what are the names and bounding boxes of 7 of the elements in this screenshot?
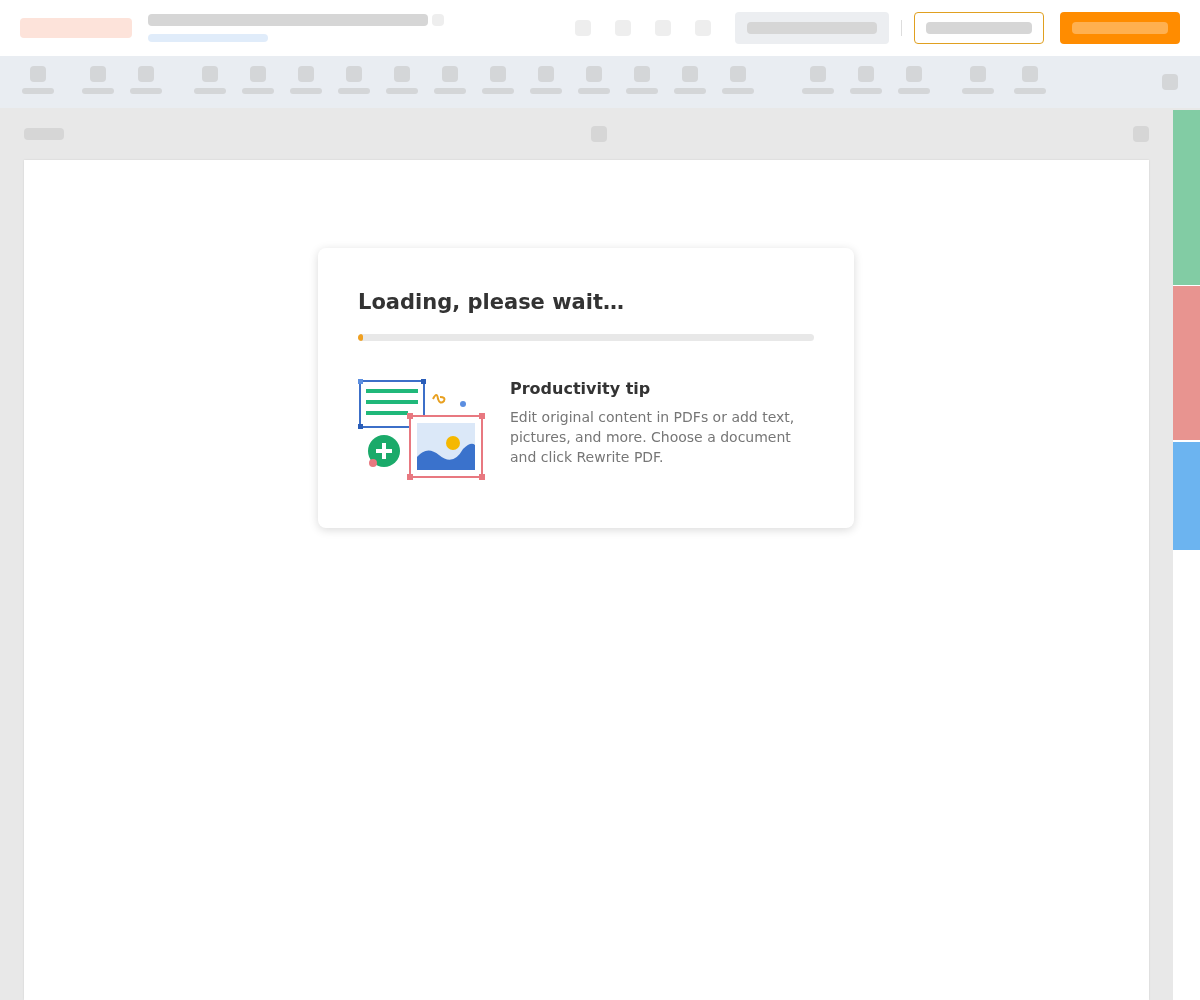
side-panel-tab[interactable] [1173, 110, 1200, 285]
tip-text: Edit original content in PDFs or add text, pictures, and more. Choose a document and click Rewrite PDF. [510, 408, 796, 467]
dialog-title: Loading, please wait… [358, 289, 625, 316]
skeleton-placeholder [1162, 74, 1178, 90]
side-panel-tab[interactable] [1173, 442, 1200, 550]
side-panel-tab[interactable] [1173, 286, 1200, 440]
tip-heading: Productivity tip [510, 379, 652, 399]
